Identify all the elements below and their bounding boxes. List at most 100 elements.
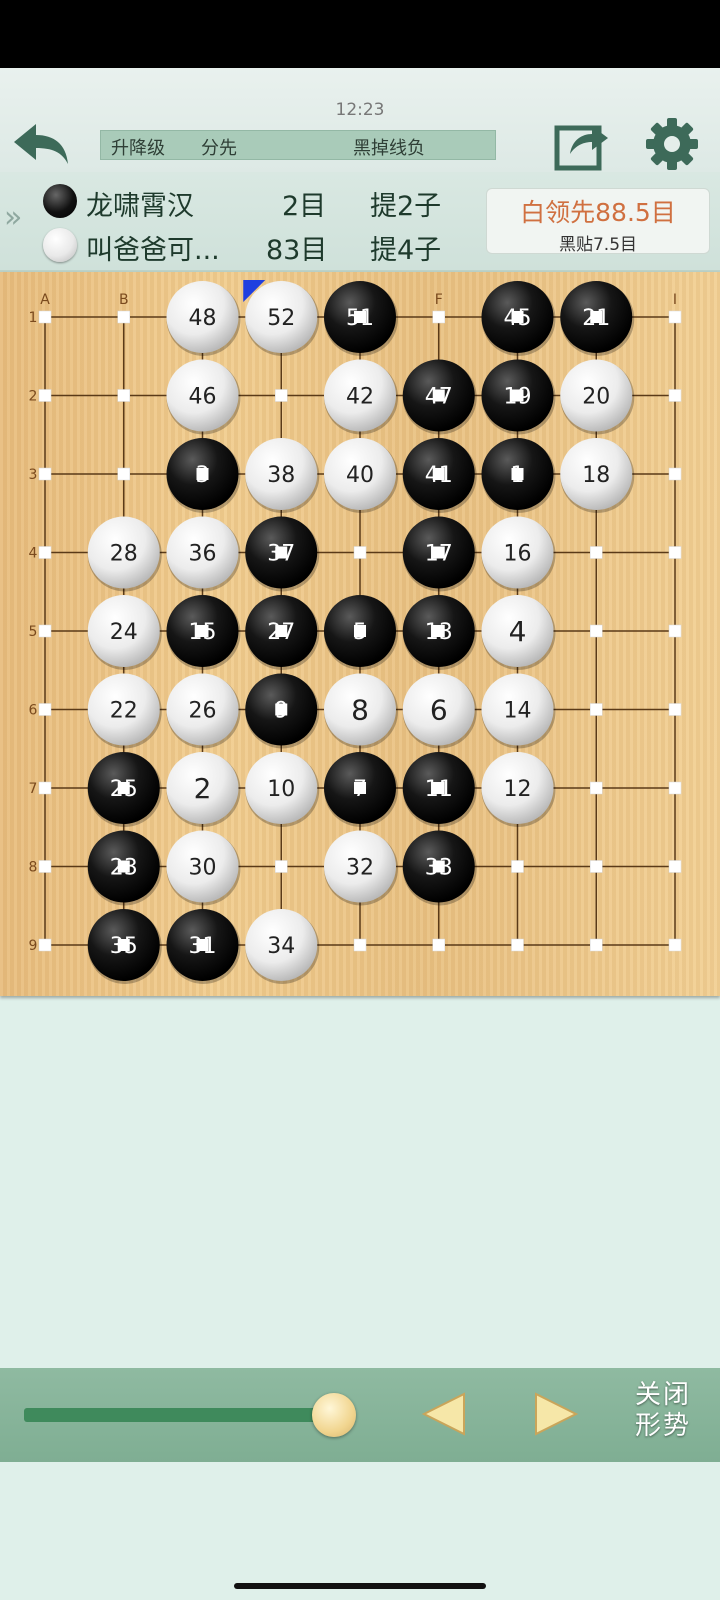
- column-label: F: [435, 292, 443, 308]
- white-stone-icon: [43, 228, 77, 262]
- move-number: 13: [425, 620, 453, 645]
- column-label: B: [119, 292, 129, 308]
- go-board[interactable]: A B F I 1 2 3 4 5 6 7 8 9 48 52 51 45 21 46 42 47 19 20 3 38 40 41…: [0, 272, 720, 996]
- territory-marker: [275, 860, 288, 873]
- home-indicator[interactable]: [234, 1583, 486, 1589]
- territory-marker: [668, 938, 682, 952]
- move-number: 23: [110, 856, 138, 881]
- territory-marker: [668, 546, 682, 559]
- move-number: 36: [189, 542, 217, 567]
- white-territory: 83目: [266, 235, 328, 266]
- row-label: 9: [29, 938, 38, 954]
- row-label: 5: [29, 624, 38, 640]
- close-label-line1: 关闭: [634, 1380, 691, 1410]
- territory-marker: [117, 310, 130, 324]
- territory-marker: [353, 938, 367, 952]
- territory-marker: [432, 310, 445, 324]
- move-number: 52: [267, 306, 295, 331]
- move-number: 48: [189, 306, 217, 331]
- move-number: 45: [504, 306, 532, 331]
- back-arrow-icon: [14, 124, 68, 164]
- territory-marker: [38, 781, 52, 795]
- territory-marker: [668, 860, 682, 873]
- move-number: 19: [504, 385, 532, 410]
- move-slider-track[interactable]: [24, 1408, 344, 1422]
- share-icon: [554, 125, 608, 171]
- move-number: 27: [267, 620, 295, 645]
- move-number: 26: [189, 699, 217, 724]
- board-grid[interactable]: A B F I12345678948 52 51 45 2146 42 47 19 203 38 40 41…: [0, 272, 720, 996]
- territory-marker: [117, 389, 130, 402]
- row-label: 4: [29, 546, 38, 562]
- expand-chevron-icon[interactable]: »: [4, 200, 22, 235]
- close-analysis-button[interactable]: 关闭 形势: [626, 1380, 700, 1450]
- move-number: 28: [110, 542, 138, 567]
- lead-text: 白领先88.5目: [520, 198, 676, 227]
- move-number: 10: [267, 777, 295, 802]
- territory-marker: [590, 781, 603, 795]
- move-number: 31: [189, 934, 217, 959]
- territory-marker: [668, 467, 682, 481]
- move-number: 5: [353, 620, 367, 645]
- move-number: 9: [274, 699, 288, 724]
- territory-marker: [590, 703, 603, 716]
- move-number: 41: [425, 463, 453, 488]
- move-number: 16: [504, 542, 532, 567]
- territory-marker: [432, 938, 445, 952]
- next-move-button[interactable]: [532, 1390, 580, 1438]
- score-summary: 白领先88.5目 黑贴7.5目: [486, 188, 710, 255]
- move-number: 18: [582, 463, 610, 488]
- move-number: 8: [351, 694, 369, 727]
- back-button[interactable]: [10, 120, 72, 170]
- row-label: 7: [29, 781, 38, 797]
- move-number: 25: [110, 777, 138, 802]
- move-number: 7: [353, 777, 367, 802]
- status-bar: [0, 0, 720, 68]
- territory-marker: [38, 310, 52, 324]
- row-label: 8: [29, 860, 38, 876]
- territory-marker: [511, 938, 524, 952]
- black-captures: 提2子: [370, 191, 442, 222]
- move-number: 6: [430, 694, 448, 727]
- territory-marker: [38, 389, 52, 402]
- row-label: 3: [29, 467, 38, 483]
- move-number: 35: [110, 934, 138, 959]
- territory-marker: [38, 860, 52, 873]
- move-number: 1: [511, 463, 525, 488]
- triangle-right-icon: [535, 1392, 579, 1436]
- territory-marker: [668, 624, 682, 638]
- move-number: 34: [267, 934, 295, 959]
- row-label: 1: [29, 310, 38, 326]
- game-info-bar: 升降级 分先 黑掉线负: [100, 130, 496, 160]
- settings-button[interactable]: [644, 116, 700, 172]
- black-territory: 2目: [282, 191, 327, 222]
- komi-text: 黑贴7.5目: [558, 235, 638, 255]
- move-number: 38: [267, 463, 295, 488]
- move-number: 12: [504, 777, 532, 802]
- move-number: 30: [189, 856, 217, 881]
- territory-marker: [38, 624, 52, 638]
- move-number: 4: [509, 615, 527, 648]
- move-number: 24: [110, 620, 138, 645]
- move-number: 14: [504, 699, 532, 724]
- share-button[interactable]: [554, 118, 610, 172]
- move-number: 33: [425, 856, 453, 881]
- territory-marker: [38, 467, 52, 481]
- level-label: 升降级: [111, 138, 165, 159]
- move-number: 15: [189, 620, 217, 645]
- previous-move-button[interactable]: [420, 1390, 468, 1438]
- handicap-label: 分先: [201, 138, 237, 159]
- move-number: 51: [346, 306, 374, 331]
- white-captures: 提4子: [370, 235, 442, 266]
- move-number: 47: [425, 385, 453, 410]
- move-number: 42: [346, 385, 374, 410]
- black-stone-icon: [43, 184, 77, 218]
- black-player-name: 龙啸霄汉: [86, 191, 194, 222]
- territory-marker: [117, 467, 130, 481]
- move-number: 17: [425, 542, 453, 567]
- territory-marker: [668, 781, 682, 795]
- clock: 12:23: [335, 100, 385, 120]
- move-number: 22: [110, 699, 138, 724]
- close-label-line2: 形势: [634, 1411, 691, 1441]
- territory-marker: [38, 703, 52, 716]
